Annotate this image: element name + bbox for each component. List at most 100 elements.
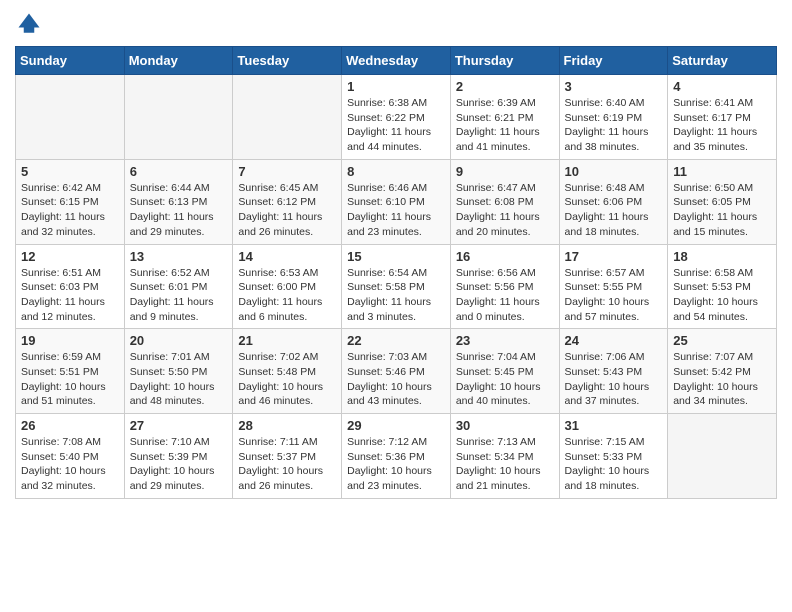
day-number: 17 [565, 249, 663, 264]
page-container: SundayMondayTuesdayWednesdayThursdayFrid… [0, 0, 792, 509]
day-info: Sunrise: 7:10 AMSunset: 5:39 PMDaylight:… [130, 435, 228, 494]
day-number: 9 [456, 164, 554, 179]
day-info: Sunrise: 6:53 AMSunset: 6:00 PMDaylight:… [238, 266, 336, 325]
calendar-week-3: 12 Sunrise: 6:51 AMSunset: 6:03 PMDayligh… [16, 244, 777, 329]
day-number: 18 [673, 249, 771, 264]
calendar-cell: 5 Sunrise: 6:42 AMSunset: 6:15 PMDaylight… [16, 159, 125, 244]
calendar-cell [124, 75, 233, 160]
day-number: 4 [673, 79, 771, 94]
calendar-cell: 17 Sunrise: 6:57 AMSunset: 5:55 PMDayligh… [559, 244, 668, 329]
day-number: 8 [347, 164, 445, 179]
day-info: Sunrise: 6:38 AMSunset: 6:22 PMDaylight:… [347, 96, 445, 155]
calendar-cell: 22 Sunrise: 7:03 AMSunset: 5:46 PMDayligh… [342, 329, 451, 414]
calendar-cell: 24 Sunrise: 7:06 AMSunset: 5:43 PMDayligh… [559, 329, 668, 414]
day-info: Sunrise: 7:08 AMSunset: 5:40 PMDaylight:… [21, 435, 119, 494]
day-info: Sunrise: 6:52 AMSunset: 6:01 PMDaylight:… [130, 266, 228, 325]
calendar-header-monday: Monday [124, 47, 233, 75]
day-info: Sunrise: 7:07 AMSunset: 5:42 PMDaylight:… [673, 350, 771, 409]
calendar-cell: 31 Sunrise: 7:15 AMSunset: 5:33 PMDayligh… [559, 414, 668, 499]
day-number: 29 [347, 418, 445, 433]
header [15, 10, 777, 38]
calendar-cell: 15Sunrise: 6:54 AMSunset: 5:58 PMDayligh… [342, 244, 451, 329]
calendar-cell [668, 414, 777, 499]
day-number: 19 [21, 333, 119, 348]
day-info: Sunrise: 6:47 AMSunset: 6:08 PMDaylight:… [456, 181, 554, 240]
day-info: Sunrise: 7:13 AMSunset: 5:34 PMDaylight:… [456, 435, 554, 494]
day-number: 10 [565, 164, 663, 179]
day-info: Sunrise: 6:58 AMSunset: 5:53 PMDaylight:… [673, 266, 771, 325]
day-number: 12 [21, 249, 119, 264]
day-info: Sunrise: 6:54 AMSunset: 5:58 PMDaylight:… [347, 266, 445, 325]
day-number: 24 [565, 333, 663, 348]
calendar-cell: 21Sunrise: 7:02 AMSunset: 5:48 PMDayligh… [233, 329, 342, 414]
logo-icon [15, 10, 43, 38]
day-number: 16 [456, 249, 554, 264]
day-info: Sunrise: 6:42 AMSunset: 6:15 PMDaylight:… [21, 181, 119, 240]
day-info: Sunrise: 6:59 AMSunset: 5:51 PMDaylight:… [21, 350, 119, 409]
calendar-cell: 1 Sunrise: 6:38 AMSunset: 6:22 PMDaylight… [342, 75, 451, 160]
calendar-cell: 10 Sunrise: 6:48 AMSunset: 6:06 PMDayligh… [559, 159, 668, 244]
calendar-cell: 29Sunrise: 7:12 AMSunset: 5:36 PMDayligh… [342, 414, 451, 499]
calendar-cell: 23Sunrise: 7:04 AMSunset: 5:45 PMDayligh… [450, 329, 559, 414]
calendar-week-1: 1 Sunrise: 6:38 AMSunset: 6:22 PMDaylight… [16, 75, 777, 160]
calendar-header-tuesday: Tuesday [233, 47, 342, 75]
calendar-cell: 9 Sunrise: 6:47 AMSunset: 6:08 PMDaylight… [450, 159, 559, 244]
calendar-header-thursday: Thursday [450, 47, 559, 75]
day-number: 6 [130, 164, 228, 179]
calendar-cell: 3 Sunrise: 6:40 AMSunset: 6:19 PMDaylight… [559, 75, 668, 160]
calendar-cell: 28 Sunrise: 7:11 AMSunset: 5:37 PMDayligh… [233, 414, 342, 499]
day-info: Sunrise: 6:50 AMSunset: 6:05 PMDaylight:… [673, 181, 771, 240]
day-number: 25 [673, 333, 771, 348]
day-number: 3 [565, 79, 663, 94]
calendar-week-5: 26Sunrise: 7:08 AMSunset: 5:40 PMDayligh… [16, 414, 777, 499]
day-number: 2 [456, 79, 554, 94]
day-info: Sunrise: 6:45 AMSunset: 6:12 PMDaylight:… [238, 181, 336, 240]
day-info: Sunrise: 7:01 AMSunset: 5:50 PMDaylight:… [130, 350, 228, 409]
day-info: Sunrise: 7:03 AMSunset: 5:46 PMDaylight:… [347, 350, 445, 409]
day-info: Sunrise: 7:11 AMSunset: 5:37 PMDaylight:… [238, 435, 336, 494]
day-number: 30 [456, 418, 554, 433]
day-info: Sunrise: 6:46 AMSunset: 6:10 PMDaylight:… [347, 181, 445, 240]
calendar-cell: 26Sunrise: 7:08 AMSunset: 5:40 PMDayligh… [16, 414, 125, 499]
day-info: Sunrise: 7:15 AMSunset: 5:33 PMDaylight:… [565, 435, 663, 494]
day-number: 11 [673, 164, 771, 179]
day-info: Sunrise: 7:04 AMSunset: 5:45 PMDaylight:… [456, 350, 554, 409]
day-info: Sunrise: 6:39 AMSunset: 6:21 PMDaylight:… [456, 96, 554, 155]
day-info: Sunrise: 6:48 AMSunset: 6:06 PMDaylight:… [565, 181, 663, 240]
calendar-header-sunday: Sunday [16, 47, 125, 75]
day-info: Sunrise: 6:57 AMSunset: 5:55 PMDaylight:… [565, 266, 663, 325]
day-number: 27 [130, 418, 228, 433]
day-number: 22 [347, 333, 445, 348]
calendar-cell: 27 Sunrise: 7:10 AMSunset: 5:39 PMDayligh… [124, 414, 233, 499]
calendar-header-friday: Friday [559, 47, 668, 75]
calendar-cell: 2 Sunrise: 6:39 AMSunset: 6:21 PMDaylight… [450, 75, 559, 160]
calendar-cell: 20 Sunrise: 7:01 AMSunset: 5:50 PMDayligh… [124, 329, 233, 414]
calendar-cell: 14 Sunrise: 6:53 AMSunset: 6:00 PMDayligh… [233, 244, 342, 329]
day-number: 20 [130, 333, 228, 348]
day-info: Sunrise: 6:51 AMSunset: 6:03 PMDaylight:… [21, 266, 119, 325]
calendar-cell: 11 Sunrise: 6:50 AMSunset: 6:05 PMDayligh… [668, 159, 777, 244]
day-info: Sunrise: 7:06 AMSunset: 5:43 PMDaylight:… [565, 350, 663, 409]
day-info: Sunrise: 6:41 AMSunset: 6:17 PMDaylight:… [673, 96, 771, 155]
calendar-cell: 25 Sunrise: 7:07 AMSunset: 5:42 PMDayligh… [668, 329, 777, 414]
day-number: 28 [238, 418, 336, 433]
calendar-header-row: SundayMondayTuesdayWednesdayThursdayFrid… [16, 47, 777, 75]
calendar-header-wednesday: Wednesday [342, 47, 451, 75]
calendar-week-2: 5 Sunrise: 6:42 AMSunset: 6:15 PMDaylight… [16, 159, 777, 244]
day-number: 5 [21, 164, 119, 179]
day-number: 31 [565, 418, 663, 433]
calendar-cell [16, 75, 125, 160]
calendar-cell: 19 Sunrise: 6:59 AMSunset: 5:51 PMDayligh… [16, 329, 125, 414]
calendar-cell: 4 Sunrise: 6:41 AMSunset: 6:17 PMDaylight… [668, 75, 777, 160]
day-number: 7 [238, 164, 336, 179]
calendar-header-saturday: Saturday [668, 47, 777, 75]
calendar-table: SundayMondayTuesdayWednesdayThursdayFrid… [15, 46, 777, 499]
calendar-cell: 16Sunrise: 6:56 AMSunset: 5:56 PMDayligh… [450, 244, 559, 329]
day-number: 1 [347, 79, 445, 94]
calendar-cell: 6Sunrise: 6:44 AMSunset: 6:13 PMDaylight… [124, 159, 233, 244]
logo [15, 10, 47, 38]
day-number: 14 [238, 249, 336, 264]
calendar-cell: 30 Sunrise: 7:13 AMSunset: 5:34 PMDayligh… [450, 414, 559, 499]
day-number: 13 [130, 249, 228, 264]
day-info: Sunrise: 6:40 AMSunset: 6:19 PMDaylight:… [565, 96, 663, 155]
